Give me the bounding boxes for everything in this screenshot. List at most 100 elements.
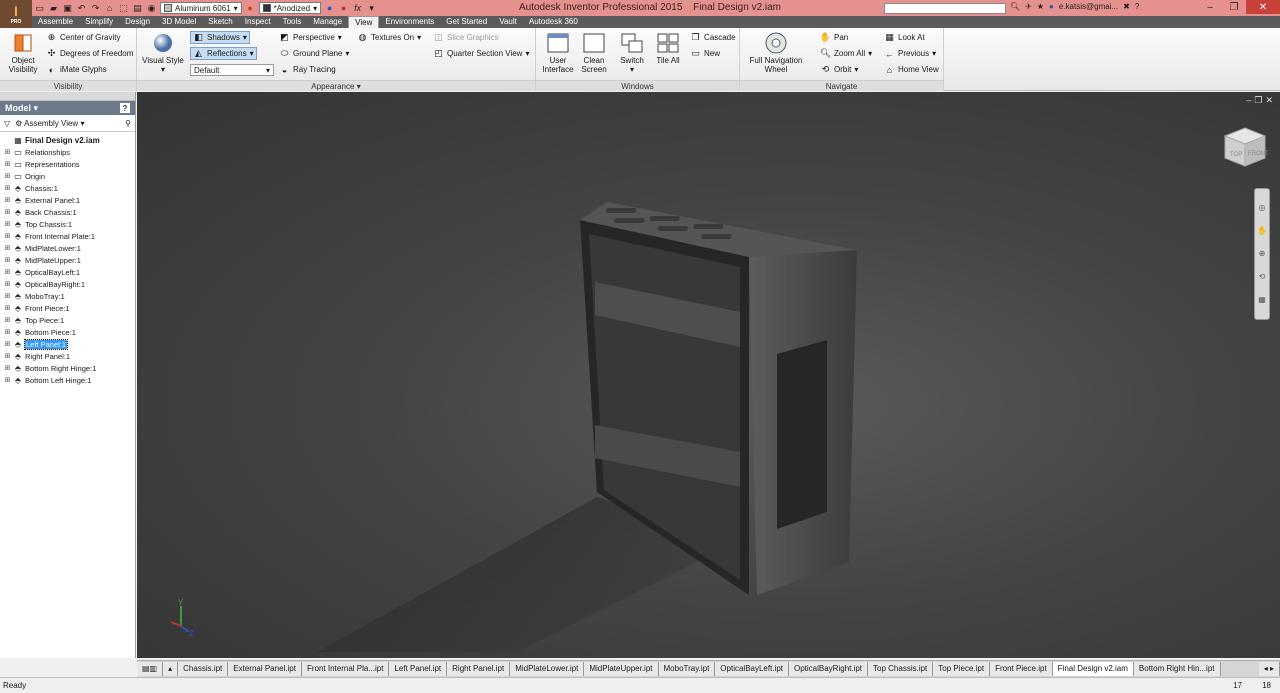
expand-icon[interactable]: ⊞	[3, 304, 12, 312]
minimize-icon[interactable]: –	[1198, 0, 1222, 14]
color-sphere-icon[interactable]: ●	[245, 3, 256, 14]
user-icon[interactable]: ●	[1049, 2, 1054, 11]
user-interface-button[interactable]: User Interface	[540, 32, 576, 74]
browser-drag-header[interactable]	[0, 92, 135, 101]
textures-on-button[interactable]: ◍ Textures On ▾	[357, 32, 422, 43]
tree-node[interactable]: ⊞ ⬘ Bottom Piece:1	[0, 326, 135, 338]
tree-node[interactable]: ⊞ ⬘ Top Piece:1	[0, 314, 135, 326]
document-tab[interactable]: Chassis.ipt	[178, 662, 229, 676]
expand-icon[interactable]: ⊞	[3, 148, 12, 156]
tree-node[interactable]: ⊞ ⬘ Right Panel:1	[0, 350, 135, 362]
slice-graphics-button[interactable]: ◫ Slice Graphics	[433, 32, 498, 43]
expand-icon[interactable]: ⊞	[3, 172, 12, 180]
tree-node[interactable]: ⊞ ⬘ Front Internal Plate:1	[0, 230, 135, 242]
new-file-icon[interactable]: ▭	[34, 3, 45, 14]
expand-icon[interactable]: ⊞	[3, 364, 12, 372]
document-tab[interactable]: Front Piece.ipt	[990, 662, 1053, 676]
lighting-style-select[interactable]: Default ▾	[190, 64, 274, 76]
orbit-icon[interactable]: ⟲	[1259, 272, 1266, 281]
imate-glyphs-button[interactable]: ◐ iMate Glyphs	[46, 64, 107, 75]
tree-node[interactable]: ⊞ ⬘ External Panel:1	[0, 194, 135, 206]
expand-icon[interactable]: ⊞	[3, 328, 12, 336]
favorites-icon[interactable]: ★	[1037, 2, 1044, 11]
find-binoculars-icon[interactable]: ⚲	[125, 119, 131, 128]
reflections-button[interactable]: ◭ Reflections ▾	[190, 47, 257, 60]
material-select[interactable]: Aluminum 6061 ▾	[160, 2, 242, 14]
tab-assemble[interactable]: Assemble	[32, 16, 79, 28]
tab-menu-icon[interactable]: ▴	[163, 662, 179, 676]
expand-icon[interactable]: ⊞	[3, 292, 12, 300]
filter-icon[interactable]: ▽	[4, 119, 10, 128]
orbit-button[interactable]: ⟲ Orbit ▾	[820, 64, 859, 75]
close-icon[interactable]: ✕	[1246, 0, 1280, 14]
tree-root[interactable]: ▦ Final Design v2.iam	[0, 134, 135, 146]
appearance-panel-title[interactable]: Appearance ▾	[137, 80, 535, 91]
expand-icon[interactable]: ⊞	[3, 340, 12, 348]
tree-node[interactable]: ⊞ ⬘ MoboTray:1	[0, 290, 135, 302]
expand-icon[interactable]: ⊞	[3, 280, 12, 288]
perspective-button[interactable]: ◩ Perspective ▾	[279, 32, 342, 43]
document-tab[interactable]: Top Chassis.ipt	[868, 662, 934, 676]
exchange-icon[interactable]: ✖	[1123, 2, 1130, 11]
tile-all-button[interactable]: Tile All	[652, 32, 684, 65]
home-icon[interactable]: ⌂	[104, 3, 115, 14]
tab-environments[interactable]: Environments	[379, 16, 440, 28]
document-tab[interactable]: MidPlateUpper.ipt	[584, 662, 659, 676]
expand-icon[interactable]: ⊞	[3, 244, 12, 252]
fx-parameters-icon[interactable]: fx	[352, 3, 363, 14]
user-account-label[interactable]: e.katsis@gmai...	[1059, 2, 1118, 11]
tab-get-started[interactable]: Get Started	[440, 16, 493, 28]
assembly-view-select[interactable]: ⚙ Assembly View ▾	[15, 119, 84, 128]
tree-node[interactable]: ⊞ ⬘ Left Panel:1	[0, 338, 135, 350]
graphics-viewport[interactable]: –❐✕ TOP FRONT ◎ ✋ ⊕ ⟲ ▦ Y Z	[137, 92, 1280, 658]
redo-icon[interactable]: ↷	[90, 3, 101, 14]
tab-sketch[interactable]: Sketch	[202, 16, 238, 28]
document-tab[interactable]: External Panel.ipt	[228, 662, 302, 676]
tab-3d-model[interactable]: 3D Model	[156, 16, 202, 28]
document-tab[interactable]: Final Design v2.iam	[1052, 662, 1134, 676]
expand-icon[interactable]: ⊞	[3, 256, 12, 264]
ground-plane-button[interactable]: ⬭ Ground Plane ▾	[279, 48, 350, 59]
save-icon[interactable]: ▣	[62, 3, 73, 14]
clear-appearance-icon[interactable]: ●	[338, 3, 349, 14]
cascade-button[interactable]: ❐ Cascade	[690, 32, 735, 43]
shadows-button[interactable]: ◧ Shadows ▾	[190, 31, 250, 44]
tree-node[interactable]: ⊞ ⬘ OpticalBayRight:1	[0, 278, 135, 290]
tree-node[interactable]: ⊞ ⬘ Front Piece:1	[0, 302, 135, 314]
expand-icon[interactable]: ⊞	[3, 184, 12, 192]
tree-node[interactable]: ⊞ ▭ Relationships	[0, 146, 135, 158]
expand-icon[interactable]: ⊞	[3, 352, 12, 360]
center-of-gravity-button[interactable]: ⊕ Center of Gravity	[46, 32, 121, 43]
document-tab[interactable]: Bottom Right Hin...ipt	[1133, 662, 1221, 676]
document-tab[interactable]: OpticalBayLeft.ipt	[715, 662, 789, 676]
tree-node[interactable]: ⊞ ▭ Representations	[0, 158, 135, 170]
tree-node[interactable]: ⊞ ⬘ Bottom Left Hinge:1	[0, 374, 135, 386]
quarter-section-view-button[interactable]: ◰ Quarter Section View ▾	[433, 48, 529, 59]
degrees-of-freedom-button[interactable]: ✣ Degrees of Freedom	[46, 48, 134, 59]
tab-scroll-icon[interactable]: ◂ ▸	[1258, 662, 1280, 676]
full-navigation-wheel-button[interactable]: Full Navigation Wheel	[746, 32, 806, 74]
update-icon[interactable]: ◉	[146, 3, 157, 14]
help-icon[interactable]: ?	[1135, 2, 1139, 11]
tree-node[interactable]: ⊞ ⬘ Bottom Right Hinge:1	[0, 362, 135, 374]
object-visibility-button[interactable]: Object Visibility	[4, 32, 42, 74]
tab-autodesk-360[interactable]: Autodesk 360	[523, 16, 584, 28]
home-view-button[interactable]: ⌂ Home View	[884, 64, 939, 75]
expand-icon[interactable]: ⊞	[3, 268, 12, 276]
switch-button[interactable]: Switch ▾	[616, 32, 648, 74]
zoom-icon[interactable]: ⊕	[1259, 249, 1266, 258]
tree-node[interactable]: ⊞ ⬘ Top Chassis:1	[0, 218, 135, 230]
visual-style-button[interactable]: Visual Style ▾	[141, 32, 185, 74]
assembly-model[interactable]	[137, 92, 1280, 658]
view-cube[interactable]: TOP FRONT	[1220, 122, 1270, 174]
expand-icon[interactable]: ⊞	[3, 376, 12, 384]
tab-view[interactable]: View	[348, 16, 380, 28]
document-tab[interactable]: Right Panel.ipt	[447, 662, 511, 676]
expand-icon[interactable]: ⊞	[3, 160, 12, 168]
pan-hand-icon[interactable]: ✋	[1257, 226, 1267, 235]
browser-title-bar[interactable]: Model ▾ ?	[0, 101, 135, 115]
qat-more-icon[interactable]: ▾	[366, 3, 377, 14]
tab-vault[interactable]: Vault	[493, 16, 523, 28]
appearance-select[interactable]: *Anodized ▾	[258, 2, 322, 14]
clean-screen-button[interactable]: Clean Screen	[578, 32, 610, 74]
